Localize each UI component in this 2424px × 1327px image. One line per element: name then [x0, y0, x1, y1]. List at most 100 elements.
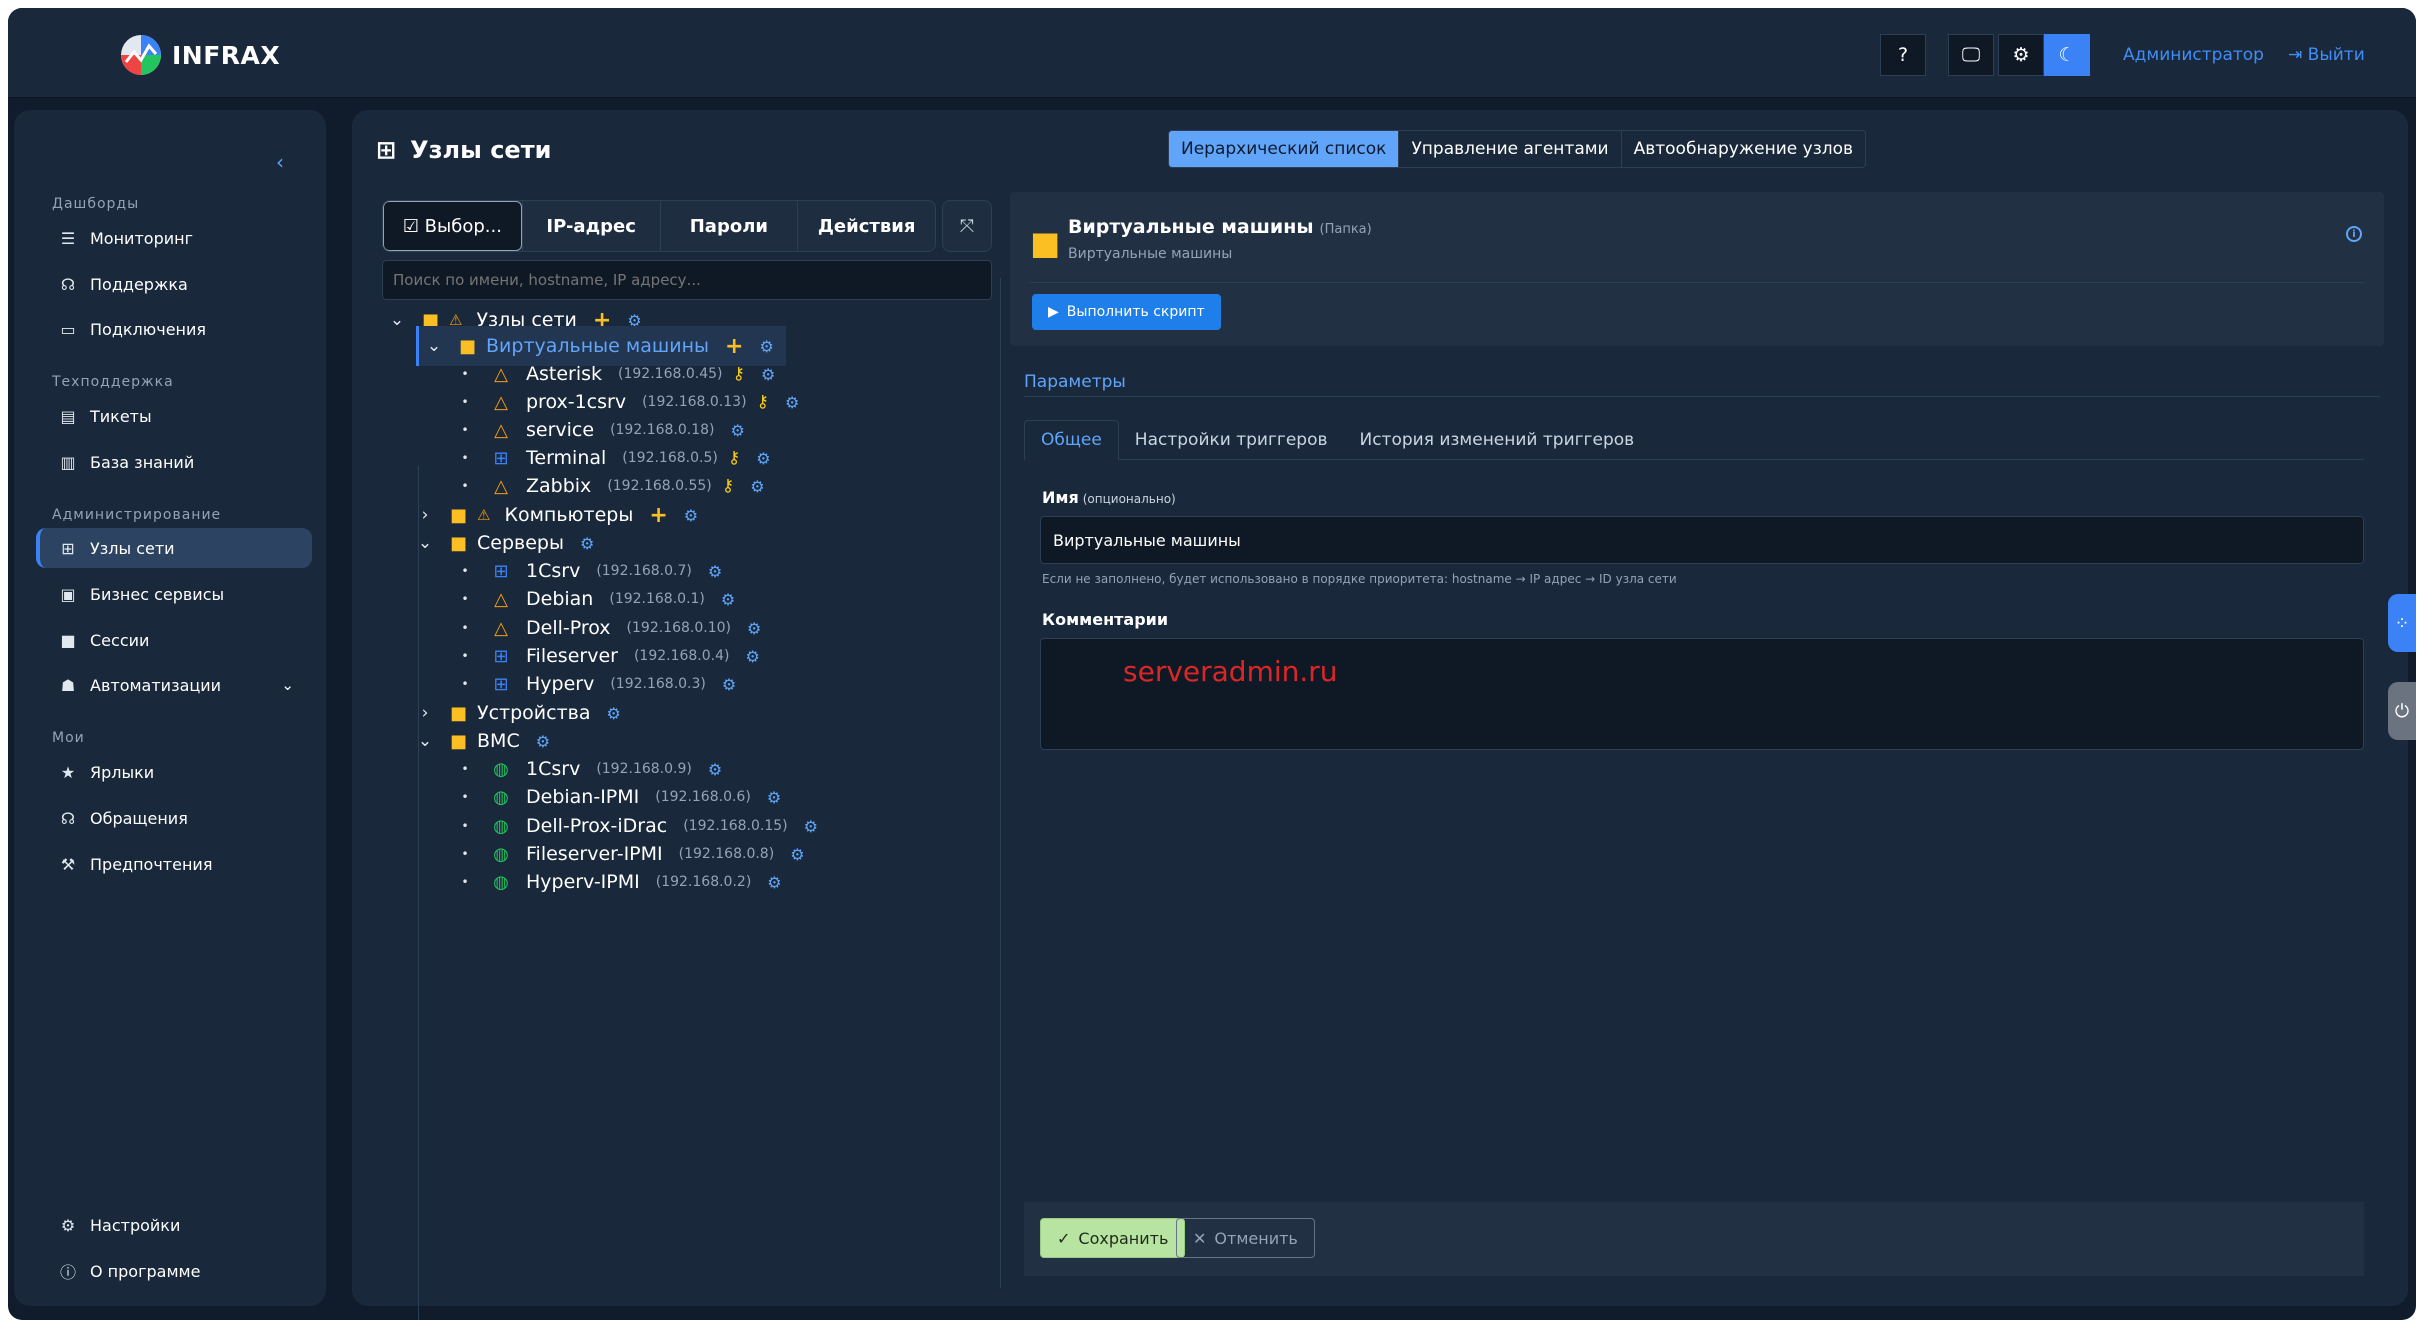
chevron-right-icon[interactable]: › [410, 505, 440, 525]
logout-link[interactable]: ⇥ Выйти [2288, 45, 2365, 65]
key-icon[interactable]: ⚷ [722, 476, 734, 496]
sidebar-item-shortcuts[interactable]: ★ Ярлыки [36, 752, 312, 792]
check-icon: ✓ [1057, 1228, 1071, 1248]
chevron-down-icon[interactable]: ⌄ [382, 310, 412, 330]
tab-hierarchy[interactable]: Иерархический список [1169, 131, 1399, 167]
bullet: • [461, 790, 469, 804]
tree-search-input[interactable] [382, 260, 992, 300]
gear-icon[interactable]: ⚙ [761, 365, 775, 384]
sidebar-item-knowledge-base[interactable]: ▥ База знаний [36, 442, 312, 482]
moon-icon[interactable]: ☾ [2044, 34, 2090, 76]
tab-trigger-settings[interactable]: Настройки триггеров [1119, 420, 1344, 459]
sidebar-item-label: База знаний [90, 452, 195, 472]
sidebar-item-settings[interactable]: ⚙ Настройки [36, 1205, 312, 1245]
loading-icon[interactable]: ⁘ [2388, 594, 2416, 652]
gear-icon[interactable]: ⚙ [722, 675, 736, 694]
gear-icon[interactable]: ⚙ [804, 817, 818, 836]
node-name: Zabbix [526, 475, 592, 497]
ip-address-button[interactable]: IP-адрес [521, 201, 660, 251]
gear-icon[interactable]: ⚙ [708, 562, 722, 581]
chevron-down-icon[interactable]: ⌄ [410, 533, 440, 553]
form-footer: ✓ Сохранить ✕ Отменить [1024, 1202, 2364, 1276]
tab-trigger-history[interactable]: История изменений триггеров [1343, 420, 1650, 459]
node-ip: (192.168.0.6) [655, 789, 751, 805]
monitor-icon[interactable]: 🖵 [1948, 34, 1994, 76]
sidebar-item-network-nodes[interactable]: ⊞ Узлы сети [36, 528, 312, 568]
sidebar-item-label: Мониторинг [90, 228, 193, 248]
tab-autodiscovery[interactable]: Автообнаружение узлов [1620, 131, 1865, 167]
node-ip: (192.168.0.2) [655, 874, 752, 890]
name-label-text: Имя [1042, 488, 1079, 507]
chevron-down-icon[interactable]: ⌄ [419, 336, 449, 356]
gear-icon[interactable]: ⚙ [785, 393, 799, 412]
book-icon: ▥ [60, 452, 76, 472]
sidebar-item-label: Обращения [90, 808, 188, 828]
passwords-button[interactable]: Пароли [659, 201, 798, 251]
sidebar-item-about[interactable]: ⓘ О программе [36, 1251, 312, 1291]
comment-textarea[interactable]: serveradmin.ru [1040, 638, 2364, 750]
ticket-icon: ▤ [60, 406, 76, 426]
save-button[interactable]: ✓ Сохранить [1040, 1218, 1186, 1258]
chevron-down-icon[interactable]: ⌄ [410, 731, 440, 751]
cancel-button[interactable]: ✕ Отменить [1176, 1218, 1315, 1258]
bullet: • [461, 592, 469, 606]
gear-icon[interactable]: ⚙ [536, 732, 550, 751]
gear-icon[interactable]: ⚙ [756, 449, 770, 468]
node-name: Hyperv [526, 673, 595, 695]
tab-general[interactable]: Общее [1024, 420, 1119, 460]
logo[interactable]: INFRAX [120, 34, 280, 76]
gear-icon[interactable]: ⚙ [721, 590, 735, 609]
tree-node[interactable]: • ◍ Hyperv-IPMI (192.168.0.2) ⚙ [450, 862, 781, 902]
sidebar-item-monitoring[interactable]: ☰ Мониторинг [36, 218, 312, 258]
run-script-button[interactable]: ▶ Выполнить скрипт [1032, 294, 1221, 330]
node-name: Debian-IPMI [526, 786, 640, 808]
cancel-label: Отменить [1214, 1228, 1298, 1248]
info-icon[interactable]: i [2346, 226, 2362, 242]
divider [1024, 396, 2380, 397]
select-button[interactable]: ☑ Выбор... [383, 201, 522, 251]
sidebar-item-business-services[interactable]: ▣ Бизнес сервисы [36, 574, 312, 614]
sidebar-collapse-button[interactable]: ‹ [276, 150, 284, 174]
node-ip: (192.168.0.45) [618, 366, 723, 382]
chevron-right-icon[interactable]: › [410, 703, 440, 723]
sitemap-icon: ⊞ [376, 136, 397, 164]
gear-icon[interactable]: ⚙ [684, 506, 698, 525]
key-icon[interactable]: ⚷ [732, 364, 744, 384]
actions-button[interactable]: Действия [797, 201, 935, 251]
tab-parameters[interactable]: Параметры [1024, 372, 1126, 392]
help-button[interactable]: ? [1880, 34, 1926, 76]
page-title-text: Узлы сети [410, 136, 552, 164]
sidebar-item-sessions[interactable]: ■ Сессии [36, 620, 312, 660]
tab-agents[interactable]: Управление агентами [1398, 131, 1620, 167]
key-icon[interactable]: ⚷ [728, 448, 740, 468]
gear-icon[interactable]: ⚙ [790, 845, 804, 864]
detail-type: (Папка) [1319, 222, 1372, 237]
compress-icon[interactable]: ⤧ [942, 200, 992, 252]
gear-icon[interactable]: ⚙ [607, 704, 621, 723]
gear-icon[interactable]: ⚙ [759, 337, 773, 356]
sidebar-item-tickets[interactable]: ▤ Тикеты [36, 396, 312, 436]
gear-icon[interactable]: ⚙ [767, 873, 781, 892]
user-link[interactable]: Администратор [2123, 45, 2264, 65]
key-icon[interactable]: ⚷ [757, 392, 769, 412]
gear-icon[interactable]: ⚙ [708, 760, 722, 779]
gear-icon[interactable]: ⚙ [767, 788, 781, 807]
add-icon[interactable]: + [649, 503, 667, 528]
name-input[interactable] [1040, 516, 2364, 564]
sidebar-item-requests[interactable]: ☊ Обращения [36, 798, 312, 838]
gear-icon[interactable]: ⚙ [1998, 34, 2044, 76]
sidebar-item-automations[interactable]: ☗ Автоматизации ⌄ [36, 665, 312, 705]
node-ip: (192.168.0.3) [610, 676, 706, 692]
play-icon: ▶ [1048, 304, 1059, 320]
gear-icon[interactable]: ⚙ [731, 421, 745, 440]
gear-icon[interactable]: ⚙ [580, 534, 594, 553]
power-icon[interactable]: ⏻ [2388, 682, 2416, 740]
sidebar-item-connections[interactable]: ▭ Подключения [36, 309, 312, 349]
gear-icon[interactable]: ⚙ [747, 619, 761, 638]
gear-icon[interactable]: ⚙ [746, 647, 760, 666]
sidebar-item-preferences[interactable]: ⚒ Предпочтения [36, 844, 312, 884]
node-ip: (192.168.0.13) [642, 394, 747, 410]
node-name: Hyperv-IPMI [526, 871, 640, 893]
sidebar-item-support[interactable]: ☊ Поддержка [36, 264, 312, 304]
gear-icon[interactable]: ⚙ [750, 477, 764, 496]
